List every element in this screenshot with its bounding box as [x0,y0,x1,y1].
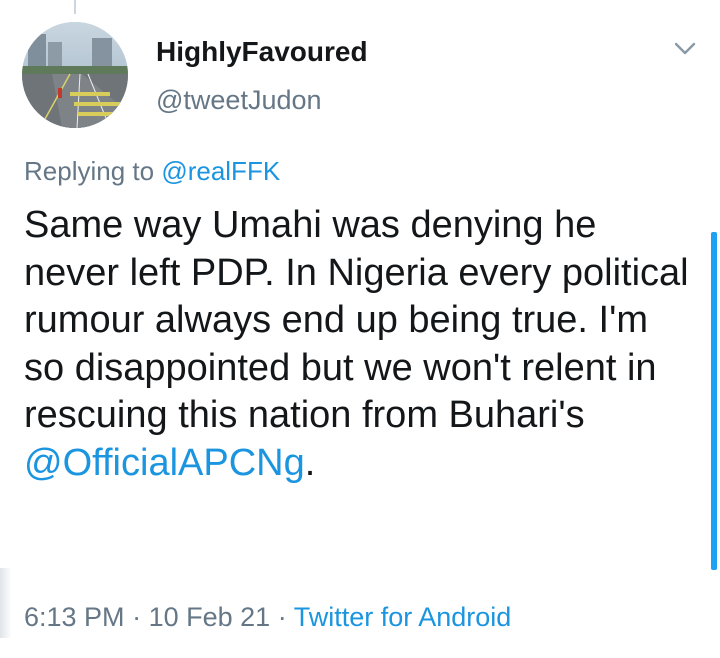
chevron-down-icon[interactable] [668,34,702,64]
edge-shadow [0,568,12,638]
author-handle[interactable]: @tweetJudon [156,85,322,116]
meta-separator: · [132,602,142,632]
tweet-meta: 6:13 PM · 10 Feb 21 · Twitter for Androi… [24,602,511,633]
tweet-date[interactable]: 10 Feb 21 [149,602,271,632]
scroll-indicator[interactable] [711,232,717,570]
thread-connector-line [74,0,76,14]
replying-to-line: Replying to @realFFK [24,156,280,187]
avatar[interactable] [22,22,128,128]
avatar-photo [22,22,128,128]
tweet-mention-link[interactable]: @OfficialAPCNg [24,442,305,484]
tweet-text: Same way Umahi was denying he never left… [24,202,694,487]
tweet-text-suffix: . [304,441,316,484]
tweet-time[interactable]: 6:13 PM [24,602,125,632]
tweet-body: Same way Umahi was denying he never left… [24,204,689,436]
reply-to-mention-link[interactable]: @realFFK [161,156,280,186]
author-display-name[interactable]: HighlyFavoured [156,36,368,68]
meta-separator: · [277,602,287,632]
replying-to-label: Replying to [24,156,155,186]
tweet-source-link[interactable]: Twitter for Android [294,602,512,632]
